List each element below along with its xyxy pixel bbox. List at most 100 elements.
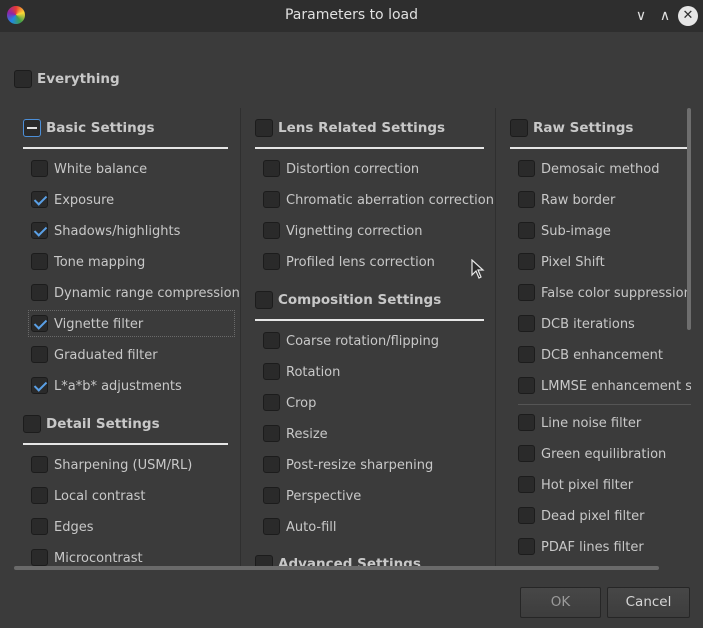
section-title-basic-settings: Basic Settings <box>46 120 155 136</box>
local-contrast-checkbox[interactable] <box>31 487 48 504</box>
window-title: Parameters to load <box>284 7 418 23</box>
lmmse-enhancement-label: LMMSE enhancement steps <box>541 379 691 394</box>
line-noise-filter-label: Line noise filter <box>541 416 642 431</box>
sharpening-checkbox[interactable] <box>31 456 48 473</box>
microcontrast-label: Microcontrast <box>54 551 143 566</box>
lmmse-enhancement-checkbox[interactable] <box>518 377 535 394</box>
pdaf-lines-filter-checkbox[interactable] <box>518 538 535 555</box>
demosaic-method-checkbox[interactable] <box>518 160 535 177</box>
green-equilibration-label: Green equilibration <box>541 447 667 462</box>
profiled-lens-correction-checkbox[interactable] <box>263 253 280 270</box>
section-rule <box>255 319 484 321</box>
settings-scroll-area[interactable]: Basic Settings White balance Exposure Sh… <box>14 108 691 568</box>
dead-pixel-filter-label: Dead pixel filter <box>541 509 645 524</box>
vignetting-correction-checkbox[interactable] <box>263 222 280 239</box>
local-contrast-label: Local contrast <box>54 489 146 504</box>
graduated-filter-label: Graduated filter <box>54 348 158 363</box>
vignetting-correction-label: Vignetting correction <box>286 224 423 239</box>
hot-pixel-filter-checkbox[interactable] <box>518 476 535 493</box>
dcb-enhancement-checkbox[interactable] <box>518 346 535 363</box>
lab-adjustments-label: L*a*b* adjustments <box>54 379 182 394</box>
lens-settings-checkbox[interactable] <box>255 119 273 137</box>
dynamic-range-compression-label: Dynamic range compression <box>54 286 240 301</box>
everything-checkbox[interactable] <box>14 70 32 88</box>
pixel-shift-label: Pixel Shift <box>541 255 605 270</box>
sub-image-label: Sub-image <box>541 224 611 239</box>
tone-mapping-label: Tone mapping <box>54 255 146 270</box>
column-divider <box>240 108 241 568</box>
vignette-filter-label: Vignette filter <box>54 317 144 332</box>
chevron-down-icon: ∨ <box>635 8 647 24</box>
auto-fill-checkbox[interactable] <box>263 518 280 535</box>
profiled-lens-correction-label: Profiled lens correction <box>286 255 435 270</box>
section-rule <box>510 147 691 149</box>
section-rule <box>255 147 484 149</box>
dynamic-range-compression-checkbox[interactable] <box>31 284 48 301</box>
graduated-filter-checkbox[interactable] <box>31 346 48 363</box>
lab-adjustments-checkbox[interactable] <box>31 377 48 394</box>
dead-pixel-filter-checkbox[interactable] <box>518 507 535 524</box>
resize-checkbox[interactable] <box>263 425 280 442</box>
column-divider <box>495 108 496 568</box>
coarse-rotation-checkbox[interactable] <box>263 332 280 349</box>
close-button[interactable]: ✕ <box>678 6 698 26</box>
raw-border-label: Raw border <box>541 193 616 208</box>
green-equilibration-checkbox[interactable] <box>518 445 535 462</box>
perspective-label: Perspective <box>286 489 362 504</box>
vignette-filter-checkbox[interactable] <box>31 315 48 332</box>
mouse-pointer-icon <box>471 259 485 279</box>
demosaic-method-label: Demosaic method <box>541 162 660 177</box>
rotation-checkbox[interactable] <box>263 363 280 380</box>
rotation-label: Rotation <box>286 365 341 380</box>
tone-mapping-checkbox[interactable] <box>31 253 48 270</box>
vertical-scrollbar[interactable] <box>687 108 691 330</box>
white-balance-checkbox[interactable] <box>31 160 48 177</box>
pixel-shift-checkbox[interactable] <box>518 253 535 270</box>
coarse-rotation-label: Coarse rotation/flipping <box>286 334 440 349</box>
title-bar: Parameters to load ∨ ∧ ✕ <box>0 0 703 32</box>
crop-checkbox[interactable] <box>263 394 280 411</box>
false-color-suppression-label: False color suppression <box>541 286 691 301</box>
microcontrast-checkbox[interactable] <box>31 549 48 566</box>
section-title-detail-settings: Detail Settings <box>46 416 160 432</box>
ok-button[interactable]: OK <box>520 587 601 618</box>
crop-label: Crop <box>286 396 317 411</box>
auto-fill-label: Auto-fill <box>286 520 337 535</box>
sharpening-label: Sharpening (USM/RL) <box>54 458 193 473</box>
exposure-label: Exposure <box>54 193 115 208</box>
horizontal-scrollbar[interactable] <box>14 566 659 570</box>
detail-settings-checkbox[interactable] <box>23 415 41 433</box>
raw-border-checkbox[interactable] <box>518 191 535 208</box>
basic-settings-checkbox[interactable] <box>23 119 41 137</box>
distortion-correction-checkbox[interactable] <box>263 160 280 177</box>
composition-settings-checkbox[interactable] <box>255 291 273 309</box>
close-icon: ✕ <box>682 8 694 23</box>
line-noise-filter-checkbox[interactable] <box>518 414 535 431</box>
everything-label: Everything <box>37 71 120 87</box>
resize-label: Resize <box>286 427 328 442</box>
exposure-checkbox[interactable] <box>31 191 48 208</box>
shadows-highlights-checkbox[interactable] <box>31 222 48 239</box>
sub-image-checkbox[interactable] <box>518 222 535 239</box>
perspective-checkbox[interactable] <box>263 487 280 504</box>
maximize-button[interactable]: ∧ <box>655 6 675 26</box>
edges-checkbox[interactable] <box>31 518 48 535</box>
section-rule <box>23 147 228 149</box>
raw-settings-checkbox[interactable] <box>510 119 528 137</box>
section-rule <box>23 443 228 445</box>
section-title-lens-settings: Lens Related Settings <box>278 120 446 136</box>
minimize-button[interactable]: ∨ <box>631 6 651 26</box>
group-separator <box>518 404 691 405</box>
chevron-up-icon: ∧ <box>659 8 671 24</box>
cancel-button[interactable]: Cancel <box>607 587 690 618</box>
false-color-suppression-checkbox[interactable] <box>518 284 535 301</box>
post-resize-sharpening-checkbox[interactable] <box>263 456 280 473</box>
distortion-correction-label: Distortion correction <box>286 162 420 177</box>
dcb-iterations-label: DCB iterations <box>541 317 635 332</box>
dcb-iterations-checkbox[interactable] <box>518 315 535 332</box>
pdaf-lines-filter-label: PDAF lines filter <box>541 540 644 555</box>
edges-label: Edges <box>54 520 94 535</box>
ca-correction-checkbox[interactable] <box>263 191 280 208</box>
white-balance-label: White balance <box>54 162 148 177</box>
post-resize-sharpening-label: Post-resize sharpening <box>286 458 434 473</box>
